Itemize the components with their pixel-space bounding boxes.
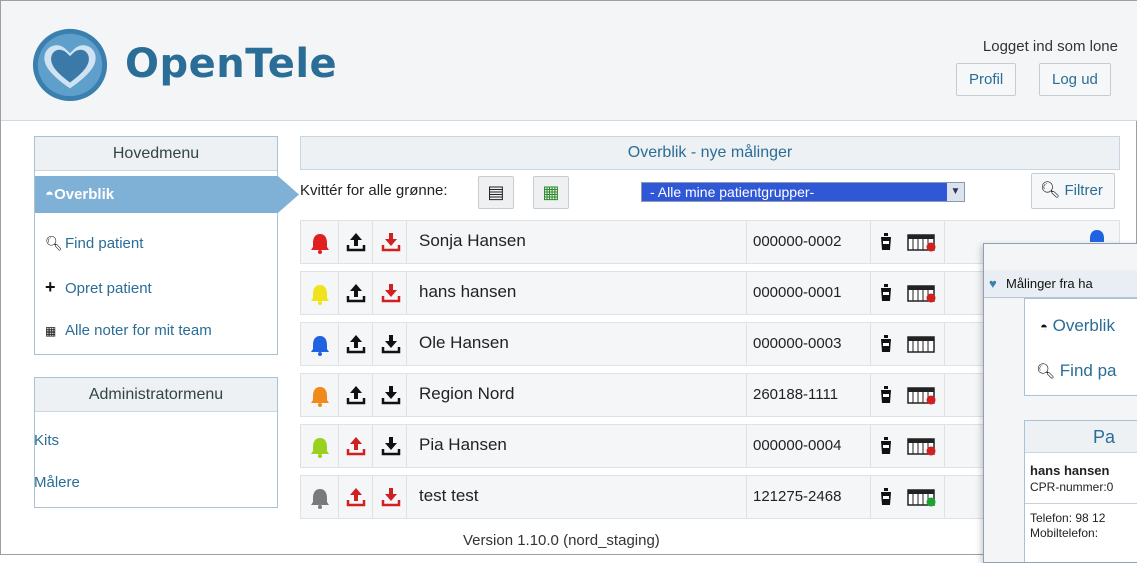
menu-item-label: Overblik: [54, 186, 115, 203]
plus-icon: +: [45, 277, 56, 297]
notes-calendar-icon[interactable]: [907, 336, 937, 354]
patient-name[interactable]: Region Nord: [419, 384, 514, 404]
filter-button[interactable]: 🔍︎ Filtrer: [1031, 173, 1115, 209]
notes-calendar-icon[interactable]: [907, 438, 937, 456]
popup-divider: [1025, 503, 1137, 504]
patient-group-value: - Alle mine patientgrupper-: [650, 184, 815, 200]
notes-calendar-icon[interactable]: [907, 285, 937, 303]
cup-icon: ◓: [45, 186, 55, 203]
popup-mobile: Mobiltelefon:: [1030, 526, 1099, 540]
search-icon: 🔍︎: [45, 235, 63, 251]
popup-menu: [1024, 298, 1137, 396]
notes-calendar-icon[interactable]: [907, 387, 937, 405]
patient-name[interactable]: test test: [419, 486, 479, 506]
popup-menu-label: Find pa: [1059, 361, 1117, 380]
upload-icon[interactable]: [346, 486, 366, 508]
popup-title-bar[interactable]: ♥ Målinger fra ha: [984, 270, 1137, 298]
heart-logo-icon: [32, 28, 108, 102]
popup-menu-overblik[interactable]: ◓ Overblik: [1040, 316, 1115, 336]
upload-icon[interactable]: [346, 231, 366, 253]
download-icon[interactable]: [381, 384, 401, 406]
measurement-cup-icon[interactable]: [879, 385, 893, 405]
patient-name[interactable]: Pia Hansen: [419, 435, 507, 455]
menu-item-meters[interactable]: Målere: [34, 474, 80, 491]
document-icon: ▤: [487, 182, 505, 202]
bell-icon[interactable]: [309, 334, 331, 356]
page-header: OpenTele Logget ind som lone Profil Log …: [1, 1, 1137, 121]
patient-cpr: 121275-2468: [753, 488, 842, 505]
search-icon: 🔍︎: [1040, 182, 1061, 199]
main-menu-title: Hovedmenu: [35, 137, 277, 171]
search-icon: 🔍︎: [1036, 363, 1056, 380]
popup-panel-title: Pa: [1025, 421, 1137, 453]
measurements-popup-window[interactable]: ♥ Målinger fra ha ◓ Overblik 🔍︎ Find pa …: [983, 243, 1137, 563]
acknowledge-all-green-button[interactable]: ▦: [533, 176, 569, 209]
patient-name[interactable]: Sonja Hansen: [419, 231, 526, 251]
popup-title: Målinger fra ha: [1006, 276, 1093, 291]
patient-name[interactable]: hans hansen: [419, 282, 516, 302]
download-icon[interactable]: [381, 333, 401, 355]
overview-title: Overblik - nye målinger: [300, 136, 1120, 170]
popup-phone: Telefon: 98 12: [1030, 511, 1106, 525]
upload-icon[interactable]: [346, 282, 366, 304]
download-icon[interactable]: [381, 435, 401, 457]
notes-icon: ▦: [45, 324, 57, 338]
app-logo-text: OpenTele: [125, 41, 338, 87]
popup-menu-label: Overblik: [1052, 316, 1115, 335]
download-icon[interactable]: [381, 282, 401, 304]
bell-icon[interactable]: [309, 232, 331, 254]
notes-calendar-icon[interactable]: [907, 489, 937, 507]
main-menu: Hovedmenu ◓Overblik 🔍︎ Find patient + Opre…: [34, 136, 299, 355]
download-icon[interactable]: [381, 486, 401, 508]
measurement-cup-icon[interactable]: [879, 487, 893, 507]
patient-cpr: 260188-1111: [753, 386, 839, 403]
bell-icon[interactable]: [1086, 228, 1108, 246]
upload-icon[interactable]: [346, 333, 366, 355]
measurement-cup-icon[interactable]: [879, 232, 893, 252]
notes-calendar-icon[interactable]: [907, 234, 937, 252]
popup-menu-find-patient[interactable]: 🔍︎ Find pa: [1036, 361, 1116, 381]
menu-item-create-patient[interactable]: + Opret patient: [35, 267, 152, 307]
upload-icon[interactable]: [346, 384, 366, 406]
chevron-down-icon[interactable]: ▼: [947, 183, 964, 201]
version-text: Version 1.10.0 (nord_staging): [463, 532, 660, 549]
menu-item-label: Opret patient: [65, 280, 152, 297]
bell-icon[interactable]: [309, 487, 331, 509]
download-icon[interactable]: [381, 231, 401, 253]
menu-item-find-patient[interactable]: 🔍︎ Find patient: [35, 223, 143, 263]
acknowledge-all-button[interactable]: ▤: [478, 176, 514, 209]
menu-item-label: Find patient: [65, 235, 144, 252]
measurement-cup-icon[interactable]: [879, 436, 893, 456]
profile-button[interactable]: Profil: [956, 63, 1017, 96]
filter-label: Filtrer: [1064, 182, 1103, 199]
upload-icon[interactable]: [346, 435, 366, 457]
patient-cpr: 000000-0002: [753, 233, 842, 250]
admin-menu: Administratormenu Kits Målere: [34, 377, 278, 508]
menu-item-team-notes[interactable]: ▦ Alle noter for mit team: [35, 311, 212, 351]
patient-cpr: 000000-0001: [753, 284, 842, 301]
heart-logo-icon: ♥: [989, 276, 997, 291]
logout-button[interactable]: Log ud: [1039, 63, 1111, 96]
menu-item-label: Alle noter for mit team: [65, 322, 212, 339]
bell-icon[interactable]: [309, 385, 331, 407]
admin-menu-title: Administratormenu: [35, 378, 277, 412]
patient-name[interactable]: Ole Hansen: [419, 333, 509, 353]
measurement-cup-icon[interactable]: [879, 283, 893, 303]
patient-cpr: 000000-0004: [753, 437, 842, 454]
menu-item-overblik[interactable]: ◓Overblik: [35, 176, 299, 213]
popup-patient-panel: Pa hans hansen CPR-nummer:0 Telefon: 98 …: [1024, 420, 1137, 562]
measurement-cup-icon[interactable]: [879, 334, 893, 354]
document-check-icon: ▦: [542, 182, 560, 202]
patient-cpr: 000000-0003: [753, 335, 842, 352]
cup-icon: ◓: [1040, 319, 1048, 334]
app-window: OpenTele Logget ind som lone Profil Log …: [0, 0, 1137, 563]
bell-icon[interactable]: [309, 436, 331, 458]
menu-item-kits[interactable]: Kits: [34, 432, 59, 449]
popup-patient-name: hans hansen: [1030, 463, 1110, 478]
acknowledge-label: Kvittér for alle grønne:: [300, 182, 448, 199]
logged-in-user: Logget ind som lone: [982, 38, 1118, 55]
bell-icon[interactable]: [309, 283, 331, 305]
patient-group-select[interactable]: - Alle mine patientgrupper- ▼: [641, 182, 965, 202]
popup-cpr: CPR-nummer:0: [1030, 480, 1114, 494]
